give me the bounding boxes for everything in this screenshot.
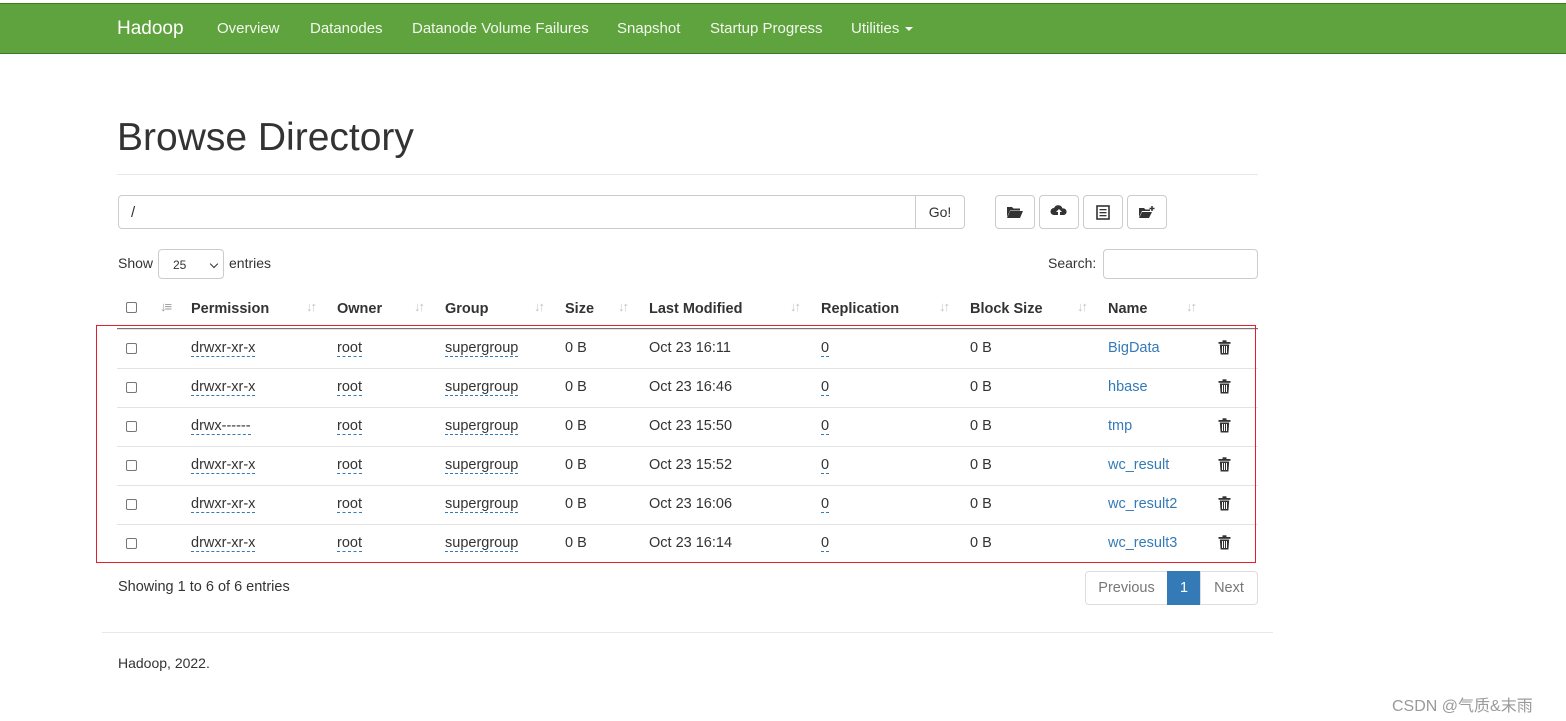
show-label: Show: [118, 255, 154, 271]
sort-icon[interactable]: ↓↑: [1186, 299, 1197, 314]
col-size[interactable]: Size: [565, 301, 594, 317]
sort-icon[interactable]: ↓↑: [306, 299, 317, 314]
watermark: CSDN @气质&末雨: [1392, 698, 1533, 715]
entries-per-page-select[interactable]: 25: [158, 249, 224, 279]
footer-divider: [102, 632, 1273, 633]
pagination-previous[interactable]: Previous: [1085, 571, 1168, 605]
table-info: Showing 1 to 6 of 6 entries: [118, 579, 290, 595]
create-directory-button[interactable]: [995, 195, 1035, 229]
nav-datanodes[interactable]: Datanodes: [310, 20, 383, 37]
entries-selected-value: 25: [173, 258, 187, 272]
highlight-box: [96, 325, 1256, 563]
col-last-modified[interactable]: Last Modified: [649, 301, 742, 317]
upload-files-button[interactable]: [1039, 195, 1079, 229]
chevron-down-icon: [209, 259, 219, 269]
sort-icon[interactable]: ↓↑: [1077, 299, 1088, 314]
page-title: Browse Directory: [117, 116, 414, 159]
list-alt-icon: [1096, 204, 1110, 220]
nav-overview[interactable]: Overview: [217, 20, 280, 37]
sort-icon[interactable]: ↓↑: [790, 299, 801, 314]
sort-icon[interactable]: ↓↑: [939, 299, 950, 314]
nav-startup-progress[interactable]: Startup Progress: [710, 20, 823, 37]
pagination-page-1[interactable]: 1: [1167, 571, 1201, 605]
brand-link[interactable]: Hadoop: [117, 18, 184, 40]
caret-down-icon: [905, 27, 914, 32]
cloud-upload-icon: [1050, 205, 1067, 218]
pagination-next[interactable]: Next: [1200, 571, 1258, 605]
divider: [117, 174, 1258, 175]
select-all-checkbox[interactable]: [126, 302, 137, 313]
sort-icon[interactable]: ↓≡: [160, 299, 172, 314]
search-label: Search:: [1048, 255, 1097, 271]
cut-paste-button[interactable]: [1083, 195, 1123, 229]
folder-open-icon: [1007, 207, 1023, 218]
navbar: Hadoop Overview Datanodes Datanode Volum…: [0, 3, 1566, 54]
sort-icon[interactable]: ↓↑: [534, 299, 545, 314]
col-owner[interactable]: Owner: [337, 301, 382, 317]
nav-utilities-dropdown[interactable]: Utilities: [851, 20, 914, 37]
nav-datanode-volume-failures[interactable]: Datanode Volume Failures: [412, 20, 589, 37]
nav-snapshot[interactable]: Snapshot: [617, 20, 680, 37]
search-input[interactable]: [1103, 249, 1258, 279]
col-block-size[interactable]: Block Size: [970, 301, 1043, 317]
sort-icon[interactable]: ↓↑: [618, 299, 629, 314]
folder-new-icon: [1139, 206, 1155, 218]
move-selected-button[interactable]: [1127, 195, 1167, 229]
nav-utilities-label: Utilities: [851, 20, 900, 37]
col-name[interactable]: Name: [1108, 301, 1148, 317]
entries-label: entries: [229, 255, 272, 271]
col-permission[interactable]: Permission: [191, 301, 269, 317]
footer-text: Hadoop, 2022.: [118, 655, 210, 671]
col-replication[interactable]: Replication: [821, 301, 899, 317]
sort-icon[interactable]: ↓↑: [414, 299, 425, 314]
go-button[interactable]: Go!: [915, 195, 965, 229]
col-group[interactable]: Group: [445, 301, 489, 317]
directory-path-input[interactable]: [118, 195, 916, 229]
